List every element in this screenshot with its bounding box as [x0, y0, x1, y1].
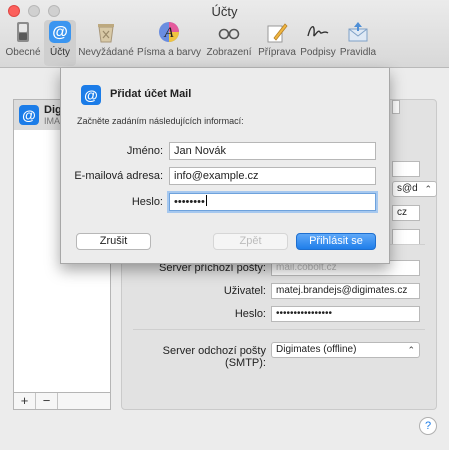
toolbar-item-composing[interactable]: Příprava	[256, 20, 298, 66]
toolbar-item-label: Podpisy	[300, 47, 336, 58]
toolbar-item-label: Účty	[50, 47, 70, 58]
svg-text:A: A	[163, 25, 174, 41]
toolbar-item-label: Příprava	[258, 47, 296, 58]
toolbar-item-general[interactable]: Obecné	[4, 20, 42, 66]
account-list-controls: + −	[13, 392, 111, 410]
toolbar-item-signatures[interactable]: Podpisy	[298, 20, 338, 66]
title-bar: Účty Obecné @ Účty Nevyžádané A Písma a …	[0, 0, 449, 68]
partial-field[interactable]	[392, 229, 420, 245]
partial-field-value: cz	[397, 207, 407, 218]
compose-pencil-icon	[267, 23, 288, 43]
toolbar-item-label: Písma a barvy	[137, 47, 201, 58]
junk-trash-icon	[98, 24, 114, 43]
partial-field[interactable]: cz	[392, 205, 420, 221]
password-label: Heslo:	[131, 196, 163, 208]
password-field-value: ••••••••	[174, 196, 205, 208]
window-title: Účty	[211, 4, 238, 19]
cancel-button[interactable]: Zrušit	[76, 233, 151, 250]
toolbar-item-accounts[interactable]: @ Účty	[44, 20, 76, 66]
partial-field[interactable]	[392, 161, 420, 177]
user-label: Uživatel:	[223, 285, 266, 297]
svg-text:@: @	[52, 24, 68, 41]
toolbar-item-label: Pravidla	[339, 47, 377, 58]
signature-icon	[307, 26, 329, 37]
email-label: E-mailová adresa:	[74, 170, 163, 182]
toolbar-item-viewing[interactable]: Zobrazení	[204, 20, 254, 66]
toolbar-item-label: Zobrazení	[206, 47, 252, 58]
smtp-select-value: Digimates (offline)	[276, 344, 357, 355]
glasses-icon	[218, 28, 240, 40]
remove-account-button[interactable]: −	[36, 393, 58, 409]
toolbar-item-label: Nevyžádané	[78, 47, 134, 58]
sheet-title: Přidat účet Mail	[110, 88, 192, 100]
name-label: Jméno:	[126, 145, 163, 157]
text-caret	[205, 195, 207, 206]
password-field[interactable]: ••••••••••••••••	[271, 306, 420, 322]
sign-in-button[interactable]: Přihlásit se	[296, 233, 376, 250]
smtp-select[interactable]: Digimates (offline) ⌃	[271, 342, 420, 358]
password-label: Heslo:	[234, 308, 266, 320]
at-sign-icon: @	[81, 85, 101, 105]
toolbar-item-label: Obecné	[5, 47, 41, 58]
toolbar-item-fonts-colors[interactable]: A Písma a barvy	[136, 20, 202, 66]
account-type: IMA	[44, 116, 61, 126]
smtp-label: Server odchozí pošty (SMTP):	[162, 345, 266, 369]
at-sign-icon: @	[49, 21, 71, 43]
chevron-updown-icon: ⌃	[424, 184, 432, 194]
divider	[133, 329, 425, 330]
user-field[interactable]: matej.brandejs@digimates.cz	[271, 283, 420, 299]
name-field[interactable]: Jan Novák	[169, 142, 376, 160]
sheet-subtitle: Začněte zadáním následujících informací:	[77, 116, 244, 126]
general-switch-icon	[17, 22, 29, 42]
partial-select-value: s@d	[397, 183, 418, 194]
rules-envelope-icon	[348, 22, 368, 42]
at-sign-icon: @	[19, 105, 39, 125]
partial-select[interactable]: s@d ⌃	[392, 181, 437, 197]
fonts-colors-icon: A	[159, 22, 179, 42]
toolbar-item-junk[interactable]: Nevyžádané	[78, 20, 134, 66]
email-field[interactable]: info@example.cz	[169, 167, 376, 185]
chevron-updown-icon: ⌃	[407, 345, 415, 355]
accounts-preferences-window: Účty Obecné @ Účty Nevyžádané A Písma a …	[0, 0, 449, 450]
toolbar-item-rules[interactable]: Pravidla	[338, 20, 378, 66]
back-button[interactable]: Zpět	[213, 233, 288, 250]
tab-strip-edge	[392, 100, 400, 114]
password-field[interactable]: ••••••••	[169, 193, 376, 211]
add-account-button[interactable]: +	[14, 393, 36, 409]
help-button[interactable]: ?	[419, 417, 437, 435]
add-mail-account-sheet: @ Přidat účet Mail Začněte zadáním násle…	[60, 68, 390, 264]
